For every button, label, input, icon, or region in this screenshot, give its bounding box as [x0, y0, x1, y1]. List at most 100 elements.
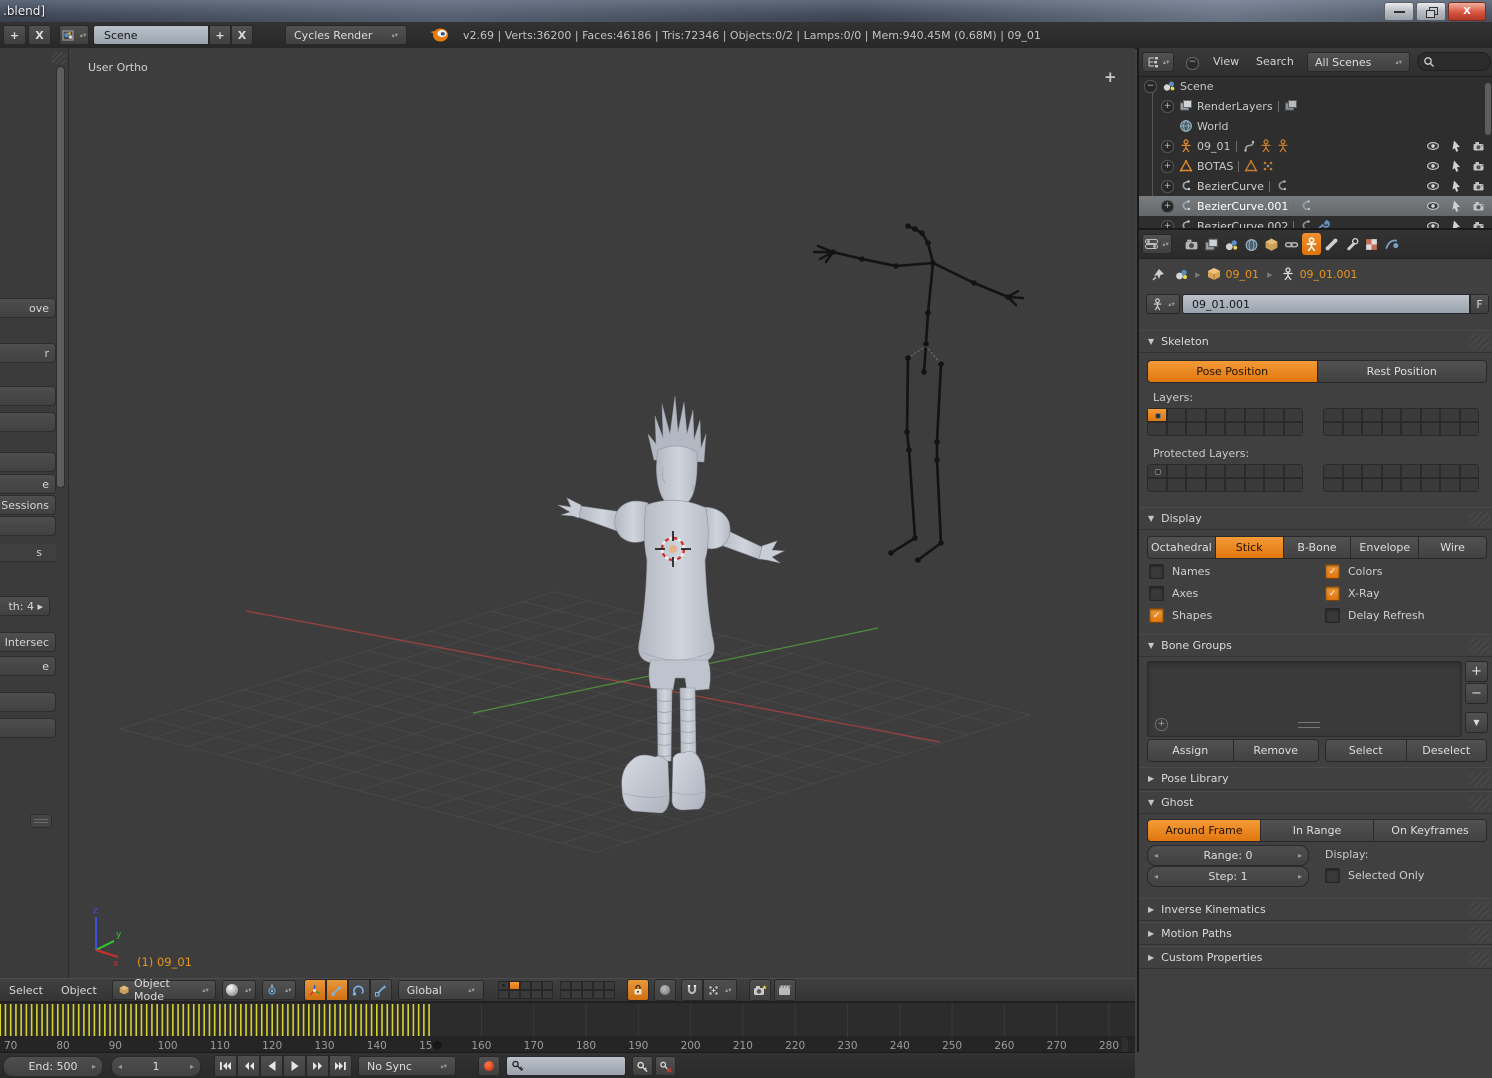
screen-layout-button[interactable]: ▴▾	[59, 25, 89, 45]
scene-layer-cell[interactable]	[560, 990, 571, 999]
scene-layer-cell[interactable]	[509, 990, 520, 999]
names-checkbox[interactable]	[1149, 564, 1164, 579]
layer-cell[interactable]	[1147, 422, 1167, 436]
insert-keyframe-button[interactable]	[632, 1056, 653, 1076]
transform-orientation-dropdown[interactable]: Global▴▾	[398, 980, 484, 1000]
delay-refresh-checkbox[interactable]	[1325, 608, 1340, 623]
pose-library-panel-header[interactable]: ▶ Pose Library	[1139, 767, 1492, 790]
shelf-resize-grip[interactable]	[30, 814, 52, 828]
x-ray-checkbox[interactable]: ✓	[1325, 586, 1340, 601]
outliner-item-world[interactable]: World	[1139, 116, 1492, 136]
layer-cell[interactable]	[1343, 408, 1363, 422]
render-opengl-button[interactable]	[749, 979, 771, 1001]
layer-cell[interactable]	[1343, 478, 1363, 492]
render-opengl-anim-button[interactable]	[774, 979, 796, 1001]
outliner-item-label[interactable]: World	[1197, 120, 1229, 133]
layer-cell[interactable]	[1362, 422, 1382, 436]
layer-cell[interactable]	[1440, 478, 1460, 492]
datablock-name-input[interactable]: 09_01.001	[1182, 294, 1470, 314]
layer-cell[interactable]	[1382, 422, 1402, 436]
viewport-shading-dropdown[interactable]: ▴▾	[222, 980, 256, 1000]
translate-manipulator-toggle[interactable]	[326, 979, 348, 1001]
restrict-eye-icon[interactable]	[1426, 139, 1440, 153]
layer-cell[interactable]	[1245, 422, 1265, 436]
toolshelf-button[interactable]	[0, 718, 56, 738]
restrict-cursor-arrow-icon[interactable]	[1449, 179, 1463, 193]
layer-cell[interactable]	[1323, 408, 1343, 422]
layer-cell[interactable]	[1167, 408, 1187, 422]
tab-scene[interactable]	[1222, 233, 1241, 255]
outliner-item-09_01[interactable]: +09_01	[1139, 136, 1492, 156]
layer-cell[interactable]	[1186, 478, 1206, 492]
outliner-item-botas[interactable]: +BOTAS	[1139, 156, 1492, 176]
restrict-camera-icon[interactable]	[1472, 159, 1486, 173]
region-expand-icon[interactable]: +	[1104, 68, 1117, 86]
play-reverse-button[interactable]	[260, 1055, 283, 1077]
outliner-item-label[interactable]: BOTAS	[1197, 160, 1233, 173]
layer-cell[interactable]	[1186, 422, 1206, 436]
layer-cell[interactable]	[1264, 478, 1284, 492]
layer-cell[interactable]	[1421, 464, 1441, 478]
layer-cell[interactable]	[1460, 464, 1480, 478]
layer-cell[interactable]	[1167, 464, 1187, 478]
layer-cell[interactable]	[1206, 408, 1226, 422]
scene-layer-cell[interactable]	[571, 981, 582, 990]
panel-drag-hatch[interactable]	[1469, 795, 1491, 811]
scene-layer-cell[interactable]	[498, 981, 509, 990]
layer-cell[interactable]	[1440, 408, 1460, 422]
menu-object[interactable]: Object	[52, 984, 106, 997]
pivot-point-dropdown[interactable]: ▴▾	[262, 980, 296, 1000]
scene-layer-cell[interactable]	[604, 981, 615, 990]
lock-button[interactable]	[627, 979, 649, 1001]
curve-icon[interactable]	[1179, 219, 1193, 228]
add-layout-button[interactable]: +	[3, 25, 26, 45]
armature-object[interactable]	[814, 223, 1023, 563]
layer-cell[interactable]	[1167, 478, 1187, 492]
layer-cell[interactable]	[1401, 478, 1421, 492]
outliner-item-scene[interactable]: −Scene	[1139, 76, 1492, 96]
restrict-camera-icon[interactable]	[1472, 199, 1486, 213]
pose-position-button[interactable]: Pose Position	[1147, 360, 1318, 383]
proportional-editing-button[interactable]	[654, 979, 676, 1001]
close-button[interactable]: X	[1448, 2, 1486, 21]
layer-cell[interactable]	[1284, 464, 1304, 478]
toolshelf-button[interactable]	[0, 386, 56, 406]
layer-cell[interactable]	[1323, 478, 1343, 492]
colors-checkbox[interactable]: ✓	[1325, 564, 1340, 579]
ghost-step-stepper[interactable]: ◂ Step: 1 ▸	[1147, 866, 1309, 887]
layer-cell[interactable]	[1323, 422, 1343, 436]
expander-plus-icon[interactable]: +	[1161, 140, 1174, 153]
bone-group-remove-button[interactable]: −	[1465, 683, 1488, 704]
panel-drag-hatch[interactable]	[1469, 950, 1491, 966]
viewport-3d[interactable]: z y x (1) 09_01 User Ortho +	[69, 48, 1135, 978]
mesh-icon[interactable]	[1179, 159, 1193, 173]
layer-cell[interactable]	[1225, 422, 1245, 436]
layer-cell[interactable]	[1264, 464, 1284, 478]
layer-cell[interactable]	[1264, 408, 1284, 422]
display-mode-wire[interactable]: Wire	[1419, 536, 1487, 559]
outliner-item-label[interactable]: BezierCurve.002	[1197, 220, 1288, 229]
bone-groups-panel-header[interactable]: ▼ Bone Groups	[1139, 634, 1492, 657]
play-button[interactable]	[283, 1055, 306, 1077]
expander-plus-icon[interactable]: +	[1161, 180, 1174, 193]
panel-drag-hatch[interactable]	[1469, 638, 1491, 654]
outliner-item-label[interactable]: BezierCurve.001	[1197, 200, 1288, 213]
outliner-item-label[interactable]: 09_01	[1197, 140, 1231, 153]
restrict-eye-icon[interactable]	[1426, 179, 1440, 193]
skeleton-panel-header[interactable]: ▼ Skeleton	[1139, 330, 1492, 353]
toolshelf-button-intersec[interactable]: Intersec	[0, 632, 56, 652]
layer-cell[interactable]	[1460, 422, 1480, 436]
tab-object[interactable]	[1262, 233, 1281, 255]
restrict-cursor-arrow-icon[interactable]	[1449, 219, 1463, 228]
outliner-item-label[interactable]: Scene	[1180, 80, 1214, 93]
auto-keyframe-record-button[interactable]	[478, 1056, 500, 1076]
panel-drag-hatch[interactable]	[1469, 926, 1491, 942]
next-keyframe-button[interactable]	[306, 1055, 329, 1077]
outliner-item-beziercurve[interactable]: +BezierCurve	[1139, 176, 1492, 196]
scene-layer-cell[interactable]	[531, 990, 542, 999]
add-scene-button[interactable]: +	[209, 25, 231, 45]
layer-cell[interactable]	[1401, 464, 1421, 478]
selected-only-checkbox[interactable]	[1325, 868, 1340, 883]
scene-layer-cell[interactable]	[582, 981, 593, 990]
display-mode-b-bone[interactable]: B-Bone	[1284, 536, 1352, 559]
